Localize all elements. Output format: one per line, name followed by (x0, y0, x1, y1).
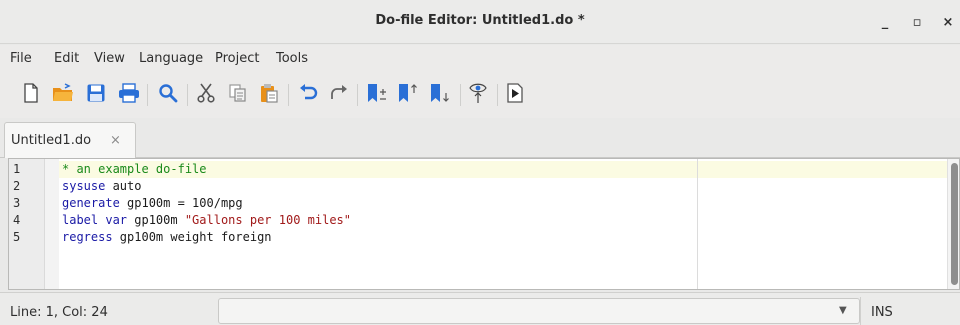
cursor-position: Line: 1, Col: 24 (10, 305, 108, 320)
toolbar-separator (357, 84, 358, 106)
vertical-scrollbar[interactable] (947, 159, 959, 289)
maximize-button[interactable]: ▫ (905, 10, 929, 34)
save-button[interactable] (84, 83, 108, 107)
paste-icon (259, 83, 279, 107)
find-button[interactable] (156, 83, 180, 107)
redo-icon (329, 83, 349, 107)
save-icon (86, 83, 106, 107)
fold-margin (45, 159, 59, 289)
cut-icon (196, 83, 216, 107)
menu-bar: File Edit View Language Project Tools (0, 45, 960, 72)
line-number: 5 (13, 230, 21, 244)
toolbar-separator (147, 84, 148, 106)
previous-bookmark-icon (397, 83, 419, 107)
print-button[interactable] (117, 83, 141, 107)
tab-label: Untitled1.do (11, 133, 92, 148)
show-file-in-viewer-icon (468, 82, 488, 108)
code-token: sysuse (62, 179, 106, 193)
toggle-bookmark-button[interactable] (365, 83, 389, 107)
next-bookmark-button[interactable] (428, 83, 452, 107)
status-separator (860, 297, 861, 325)
tab-untitled1[interactable]: Untitled1.do × (4, 122, 136, 158)
title-bar: Do-file Editor: Untitled1.do * _ ▫ × (0, 0, 960, 44)
code-token: gp100m weight foreign (112, 230, 272, 244)
code-token: * an example do-file (62, 162, 207, 176)
paste-button[interactable] (257, 83, 281, 107)
find-icon (158, 83, 178, 107)
redo-button[interactable] (327, 83, 351, 107)
window-title: Do-file Editor: Untitled1.do * (375, 13, 585, 28)
code-token: generate (62, 196, 120, 210)
menu-file[interactable]: File (10, 51, 32, 66)
minimize-button[interactable]: _ (873, 10, 897, 34)
new-file-button[interactable] (19, 83, 43, 107)
toolbar (0, 72, 960, 118)
previous-bookmark-button[interactable] (396, 83, 420, 107)
close-button[interactable]: × (936, 10, 960, 34)
status-bar: Line: 1, Col: 24 ▼ INS (0, 292, 960, 325)
menu-view[interactable]: View (94, 51, 125, 66)
toolbar-separator (288, 84, 289, 106)
chevron-down-icon[interactable]: ▼ (839, 305, 847, 316)
tab-close-icon[interactable]: × (110, 133, 121, 148)
execute-do-button[interactable] (503, 83, 527, 107)
code-line[interactable]: generate gp100m = 100/mpg (62, 195, 243, 212)
print-icon (118, 83, 140, 107)
menu-tools[interactable]: Tools (276, 51, 308, 66)
open-folder-icon (52, 83, 74, 107)
insert-mode-indicator: INS (871, 305, 893, 320)
show-file-in-viewer-button[interactable] (466, 83, 490, 107)
code-token: auto (105, 179, 142, 193)
toolbar-separator (497, 84, 498, 106)
long-line-marker (697, 159, 698, 289)
line-number: 1 (13, 162, 21, 176)
menu-language[interactable]: Language (139, 51, 203, 66)
next-bookmark-icon (429, 83, 451, 107)
tab-bar: Untitled1.do × (0, 118, 960, 158)
code-editor[interactable]: 1 2 3 4 5 * an example do-file sysuse auto gene… (8, 158, 960, 290)
copy-icon (228, 83, 248, 107)
line-number: 4 (13, 213, 21, 227)
undo-icon (298, 83, 318, 107)
code-token: "Gallons per 100 miles" (184, 213, 351, 227)
code-line[interactable]: * an example do-file (62, 161, 207, 178)
code-token: gp100m (127, 213, 185, 227)
toolbar-separator (460, 84, 461, 106)
status-combo-box[interactable]: ▼ (218, 298, 860, 324)
new-file-icon (22, 83, 40, 107)
code-line[interactable]: sysuse auto (62, 178, 141, 195)
cut-button[interactable] (194, 83, 218, 107)
undo-button[interactable] (296, 83, 320, 107)
copy-button[interactable] (226, 83, 250, 107)
line-number: 3 (13, 196, 21, 210)
line-number: 2 (13, 179, 21, 193)
code-line[interactable]: label var gp100m "Gallons per 100 miles" (62, 212, 351, 229)
code-token: gp100m = 100/mpg (119, 196, 243, 210)
scrollbar-thumb[interactable] (951, 163, 958, 285)
open-button[interactable] (51, 83, 75, 107)
code-line[interactable]: regress gp100m weight foreign (62, 229, 272, 246)
menu-project[interactable]: Project (215, 51, 259, 66)
code-token: regress (62, 230, 113, 244)
toolbar-separator (187, 84, 188, 106)
execute-do-icon (506, 83, 524, 107)
menu-edit[interactable]: Edit (54, 51, 79, 66)
code-token: label var (62, 213, 128, 227)
toggle-bookmark-icon (366, 83, 388, 107)
